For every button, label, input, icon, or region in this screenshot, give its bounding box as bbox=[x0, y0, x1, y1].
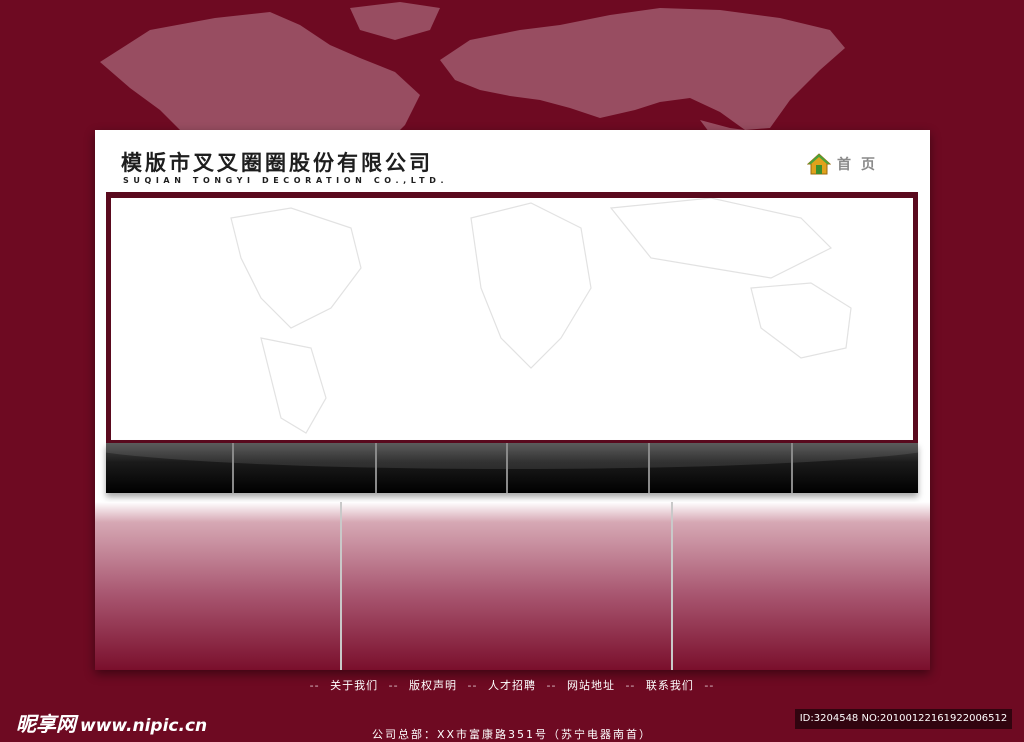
nav-item-1[interactable] bbox=[106, 443, 234, 493]
footer-separator: -- bbox=[625, 679, 636, 692]
nav-item-2[interactable] bbox=[234, 443, 377, 493]
footer-link-address[interactable]: 网站地址 bbox=[567, 679, 615, 692]
footer-link-jobs[interactable]: 人才招聘 bbox=[488, 679, 536, 692]
content-area bbox=[95, 502, 930, 670]
footer-separator: -- bbox=[546, 679, 557, 692]
footer-link-about[interactable]: 关于我们 bbox=[330, 679, 378, 692]
page-container: 模版市叉叉圈圈股份有限公司 SUQIAN TONGYI DECORATION C… bbox=[95, 130, 930, 670]
footer-separator: -- bbox=[704, 679, 715, 692]
banner-area bbox=[111, 198, 913, 440]
company-name-cn: 模版市叉叉圈圈股份有限公司 bbox=[121, 150, 433, 175]
home-icon bbox=[807, 153, 831, 175]
site-header: 模版市叉叉圈圈股份有限公司 SUQIAN TONGYI DECORATION C… bbox=[95, 130, 930, 192]
nav-bar bbox=[106, 443, 918, 493]
nav-item-3[interactable] bbox=[377, 443, 508, 493]
banner-map-watermark bbox=[230, 198, 852, 434]
footer-separator: -- bbox=[467, 679, 478, 692]
nav-item-6[interactable] bbox=[793, 443, 918, 493]
footer-separator: -- bbox=[388, 679, 399, 692]
banner-frame bbox=[106, 192, 918, 444]
company-name-en: SUQIAN TONGYI DECORATION CO.,LTD. bbox=[123, 176, 449, 185]
watermark-brand: 昵享网 bbox=[16, 712, 76, 736]
image-id-badge: ID:3204548 NO:20100122161922006512 bbox=[795, 709, 1012, 729]
footer-separator: -- bbox=[309, 679, 320, 692]
site-watermark: 昵享网 www.nipic.cn bbox=[16, 708, 207, 737]
watermark-url: www.nipic.cn bbox=[80, 716, 208, 736]
footer-links: -- 关于我们 -- 版权声明 -- 人才招聘 -- 网站地址 -- 联系我们 … bbox=[0, 677, 1024, 693]
nav-item-5[interactable] bbox=[650, 443, 793, 493]
home-label: 首页 bbox=[837, 157, 885, 173]
nav-item-4[interactable] bbox=[508, 443, 650, 493]
footer-link-copyright[interactable]: 版权声明 bbox=[409, 679, 457, 692]
column-divider bbox=[671, 502, 673, 670]
column-divider bbox=[340, 502, 342, 670]
home-link[interactable]: 首页 bbox=[807, 153, 885, 175]
footer-link-contact[interactable]: 联系我们 bbox=[646, 679, 694, 692]
